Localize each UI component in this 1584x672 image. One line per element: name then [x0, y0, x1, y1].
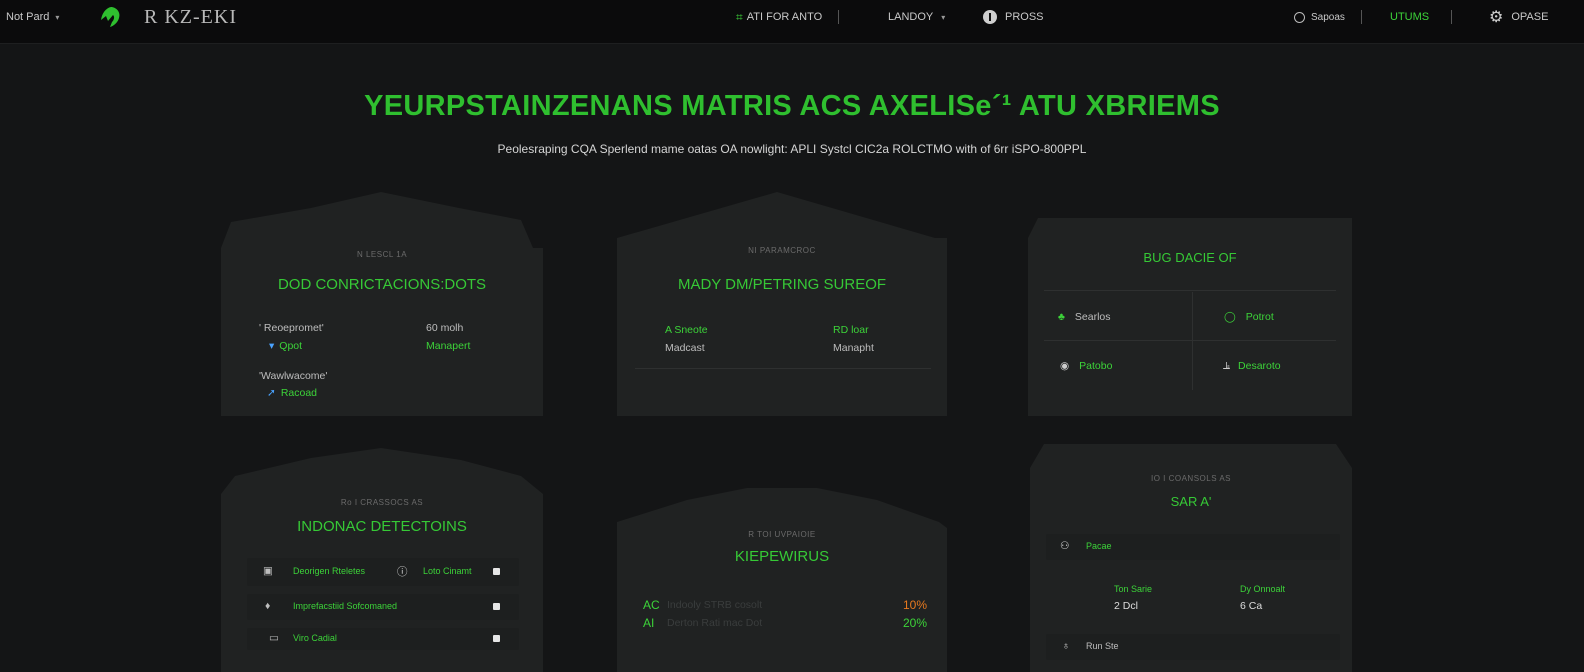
- stat-value: 6 Ca: [1240, 600, 1263, 612]
- nav-divider: [838, 10, 839, 24]
- gear-icon: ⚙: [1489, 9, 1504, 26]
- info-icon: ⓘ: [397, 566, 408, 578]
- nav-item-pross[interactable]: PROSS: [983, 0, 1044, 34]
- field-value[interactable]: ➚ Racoad: [267, 387, 317, 399]
- checkbox[interactable]: [493, 568, 500, 575]
- settings-button[interactable]: ⚙ OPASE: [1489, 0, 1548, 34]
- card-eyebrow: R TOI UVPAIOIE: [748, 530, 816, 539]
- card-title: SAR A': [1170, 494, 1212, 509]
- badge-icon: ♁: [1062, 640, 1070, 652]
- razer-logo-icon[interactable]: [96, 0, 126, 34]
- page-title: YEURPSTAINZENANS MATRIS ACS AXELISe´¹ AT…: [364, 90, 1220, 122]
- stat-label: Dy Onnoalt: [1240, 584, 1286, 594]
- nav-item-utums[interactable]: UTUMS: [1390, 0, 1429, 34]
- shield-icon: ▾: [269, 340, 275, 352]
- card-title: INDONAC DETECTOINS: [297, 518, 467, 535]
- circle-icon: ◯: [1224, 311, 1236, 323]
- list-row[interactable]: ♁ Run Ste: [1046, 634, 1340, 660]
- checkbox[interactable]: [493, 635, 500, 642]
- search-icon: [1294, 11, 1305, 23]
- card-eyebrow: NI PARAMCROC: [748, 246, 816, 255]
- pin-icon: ➚: [267, 387, 276, 399]
- field-label: RD loar: [833, 324, 869, 336]
- row-text: Derton Rati mac Dot: [667, 617, 763, 629]
- card-divider: [1044, 340, 1336, 341]
- card-eyebrow: Ro I CRASSOCS AS: [340, 498, 424, 507]
- nav-item-auto[interactable]: ⌗ ATI FOR ANTO: [736, 0, 822, 34]
- field-label: A Sneote: [665, 324, 708, 336]
- search-label: Sapoas: [1311, 11, 1345, 23]
- drop-icon: ♦: [265, 600, 271, 612]
- detection-row[interactable]: ▭ Viro Cadial: [247, 628, 519, 650]
- chevron-down-icon: ▾: [941, 12, 946, 22]
- grid-icon: ⌗: [736, 9, 743, 24]
- card-title: BUG DACIE OF: [1143, 250, 1237, 265]
- nav-landoy-label: LANDOY: [888, 11, 934, 23]
- row-percentage: 20%: [903, 616, 928, 630]
- list-row[interactable]: ⚇ Pacae: [1046, 534, 1340, 560]
- nav-pross-label: PROSS: [1005, 11, 1044, 23]
- field-label: 'Wawlwacome': [259, 370, 328, 382]
- plant-icon: ♣: [1058, 311, 1065, 323]
- search-button[interactable]: Sapoas: [1294, 0, 1345, 34]
- card-eyebrow: N LESCL 1A: [356, 250, 408, 259]
- grid-item-patobo[interactable]: ◉ Patobo: [1060, 360, 1112, 372]
- grid-item-desaroto[interactable]: ⫡ Desaroto: [1223, 360, 1281, 373]
- kiepewirus-card: R TOI UVPAIOIE KIEPEWIRUS AC Indooly STR…: [617, 486, 947, 672]
- sara-card: IO I COANSOLS AS SAR A' ⚇ Pacae Ton Sari…: [1030, 442, 1352, 672]
- detection-row[interactable]: ♦ Imprefacstiid Sofcomaned: [247, 594, 519, 620]
- matching-sureof-card: NI PARAMCROC MADY DM/PETRING SUREOF A Sn…: [617, 190, 947, 416]
- detection-row[interactable]: ▣ Deorigen Rteletes ⓘ Loto Cinamt: [247, 558, 519, 586]
- row-code: AI: [643, 616, 655, 630]
- field-label: 60 molh: [426, 322, 464, 334]
- stat-value: 2 Dcl: [1114, 600, 1138, 612]
- nav-divider: [1451, 10, 1452, 24]
- nav-divider: [1361, 10, 1362, 24]
- window-icon: ▭: [269, 632, 279, 644]
- user-icon: ⚇: [1060, 540, 1070, 552]
- card-divider: [1044, 290, 1336, 291]
- opase-label: OPASE: [1511, 11, 1549, 23]
- checkbox[interactable]: [493, 603, 500, 610]
- nav-item-landoy[interactable]: LANDOY ▾: [888, 0, 945, 34]
- bug-dacie-card: BUG DACIE OF ♣ Searlos ◯ Potrot ◉ Patobo ⫡ D…: [1028, 216, 1352, 416]
- field-value: Madcast: [665, 342, 705, 354]
- info-icon: [983, 10, 997, 24]
- page-subtitle: Peolesraping CQA Sperlend mame oatas OA …: [497, 142, 1087, 156]
- card-title: DOD CONRICTACIONS:DOTS: [277, 276, 487, 293]
- row-percentage: 10%: [903, 598, 928, 612]
- detections-card: Ro I CRASSOCS AS INDONAC DETECTOINS ▣ De…: [221, 446, 543, 672]
- utums-label: UTUMS: [1390, 11, 1430, 23]
- nav-auto-label: ATI FOR ANTO: [746, 11, 823, 23]
- chart-icon: ⫡: [1223, 360, 1231, 372]
- grid-item-potrot[interactable]: ◯ Potrot: [1224, 311, 1274, 323]
- card-divider: [635, 368, 931, 369]
- top-navigation-bar: Not Pard ▾ R KZ-EKI ⌗ ATI FOR ANTO LANDO…: [0, 0, 1584, 44]
- field-value: Manapert: [426, 340, 471, 352]
- field-value[interactable]: ▾ Qpot: [269, 340, 302, 352]
- user-icon: ◉: [1060, 360, 1070, 372]
- connection-dots-card: N LESCL 1A DOD CONRICTACIONS:DOTS ' Reoe…: [221, 190, 543, 416]
- card-eyebrow: IO I COANSOLS AS: [1150, 474, 1232, 483]
- stat-label: Ton Sarie: [1114, 584, 1153, 594]
- device-icon: ▣: [263, 565, 273, 577]
- field-label: ' Reoepromet': [259, 322, 324, 334]
- account-dropdown[interactable]: Not Pard ▾: [6, 0, 59, 34]
- chevron-down-icon: ▾: [55, 12, 60, 22]
- card-divider: [1192, 292, 1193, 390]
- card-title: MADY DM/PETRING SUREOF: [677, 276, 887, 293]
- account-label: Not Pard: [6, 11, 50, 23]
- grid-item-searlos[interactable]: ♣ Searlos: [1058, 311, 1111, 323]
- row-text: Indooly STRB cosolt: [667, 599, 763, 611]
- row-code: AC: [643, 598, 660, 612]
- card-title: KIEPEWIRUS: [734, 548, 830, 565]
- field-value: Manapht: [833, 342, 874, 354]
- brand-wordmark: R KZ-EKI: [144, 5, 237, 28]
